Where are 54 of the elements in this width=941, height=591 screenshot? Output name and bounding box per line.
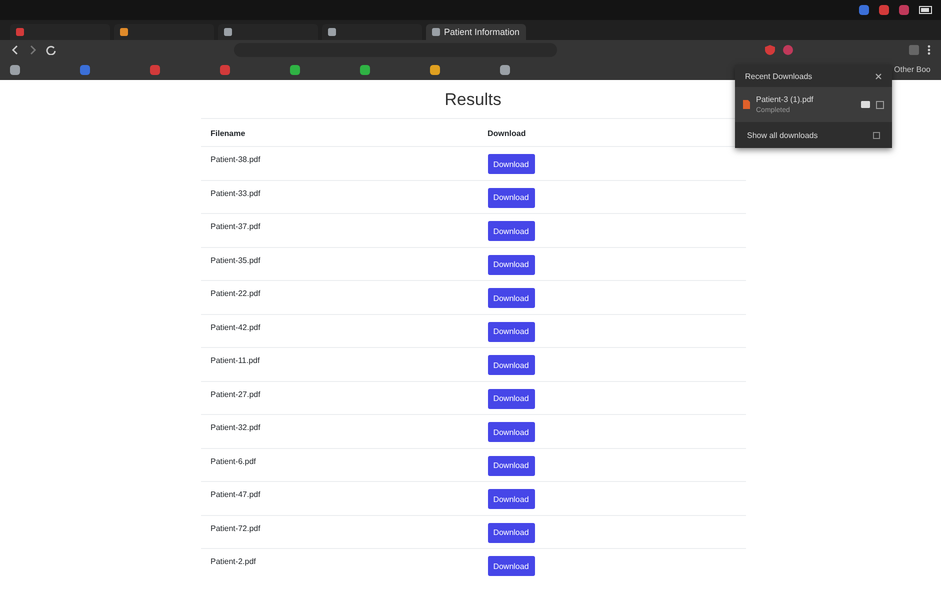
popup-title: Recent Downloads: [745, 72, 812, 80]
download-button[interactable]: Download: [488, 322, 534, 342]
table-cell: Patient-37.pdf: [200, 213, 478, 246]
file-icon: [743, 100, 750, 109]
bookmark-icon[interactable]: [220, 65, 230, 75]
extension-icon[interactable]: [783, 45, 793, 55]
table-cell: Patient-42.pdf: [200, 314, 478, 347]
bookmark-icon[interactable]: [360, 65, 370, 75]
show-all-link[interactable]: Show all downloads: [747, 130, 818, 140]
page-title: Results: [444, 90, 502, 110]
bookmark-icon[interactable]: [80, 65, 90, 75]
bookmark-icon[interactable]: [10, 65, 20, 75]
bookmark-icon[interactable]: [150, 65, 160, 75]
browser-tab[interactable]: [218, 24, 318, 40]
bookmark-icon[interactable]: [430, 65, 440, 75]
table-cell: Patient-22.pdf: [200, 280, 478, 314]
download-button[interactable]: Download: [488, 456, 534, 476]
download-button[interactable]: Download: [488, 388, 534, 408]
download-button[interactable]: Download: [488, 489, 534, 509]
download-button[interactable]: Download: [488, 154, 534, 174]
bookmark-icon[interactable]: [290, 65, 300, 75]
table-cell: Patient-72.pdf: [200, 514, 478, 548]
menu-icon[interactable]: [927, 45, 931, 55]
download-button[interactable]: Download: [488, 288, 534, 308]
table-cell: Patient-35.pdf: [200, 246, 478, 280]
shield-icon[interactable]: [765, 45, 775, 55]
bookmark-folder[interactable]: Other Boo: [894, 65, 930, 74]
browser-tab[interactable]: [114, 24, 214, 40]
reload-icon[interactable]: [46, 45, 56, 55]
table-cell: Patient-33.pdf: [200, 180, 478, 213]
browser-tab[interactable]: [10, 24, 110, 40]
table-cell: Patient-2.pdf: [200, 548, 478, 582]
close-icon[interactable]: [875, 72, 882, 80]
table-cell: Patient-11.pdf: [200, 347, 478, 380]
back-icon[interactable]: [10, 45, 20, 55]
file-name: Patient-3 (1).pdf: [756, 95, 814, 104]
download-button[interactable]: Download: [488, 188, 534, 208]
download-button[interactable]: Download: [488, 355, 534, 375]
table-cell: Patient-32.pdf: [200, 414, 478, 448]
forward-icon[interactable]: [28, 45, 38, 55]
download-button[interactable]: Download: [488, 422, 534, 442]
download-button[interactable]: Download: [488, 254, 534, 274]
table-cell: Patient-27.pdf: [200, 380, 478, 414]
browser-tab[interactable]: [322, 24, 422, 40]
download-button[interactable]: Download: [488, 556, 534, 576]
battery-icon: [919, 6, 933, 14]
table-cell: Patient-6.pdf: [200, 448, 478, 481]
column-header: Filename: [200, 118, 478, 146]
bookmark-icon[interactable]: [500, 65, 510, 75]
table-cell: Patient-47.pdf: [200, 481, 478, 514]
table-cell: Patient-38.pdf: [200, 146, 478, 180]
download-button[interactable]: Download: [488, 221, 534, 241]
download-button[interactable]: Download: [488, 522, 534, 542]
browser-tab[interactable]: Patient Information: [426, 24, 526, 40]
